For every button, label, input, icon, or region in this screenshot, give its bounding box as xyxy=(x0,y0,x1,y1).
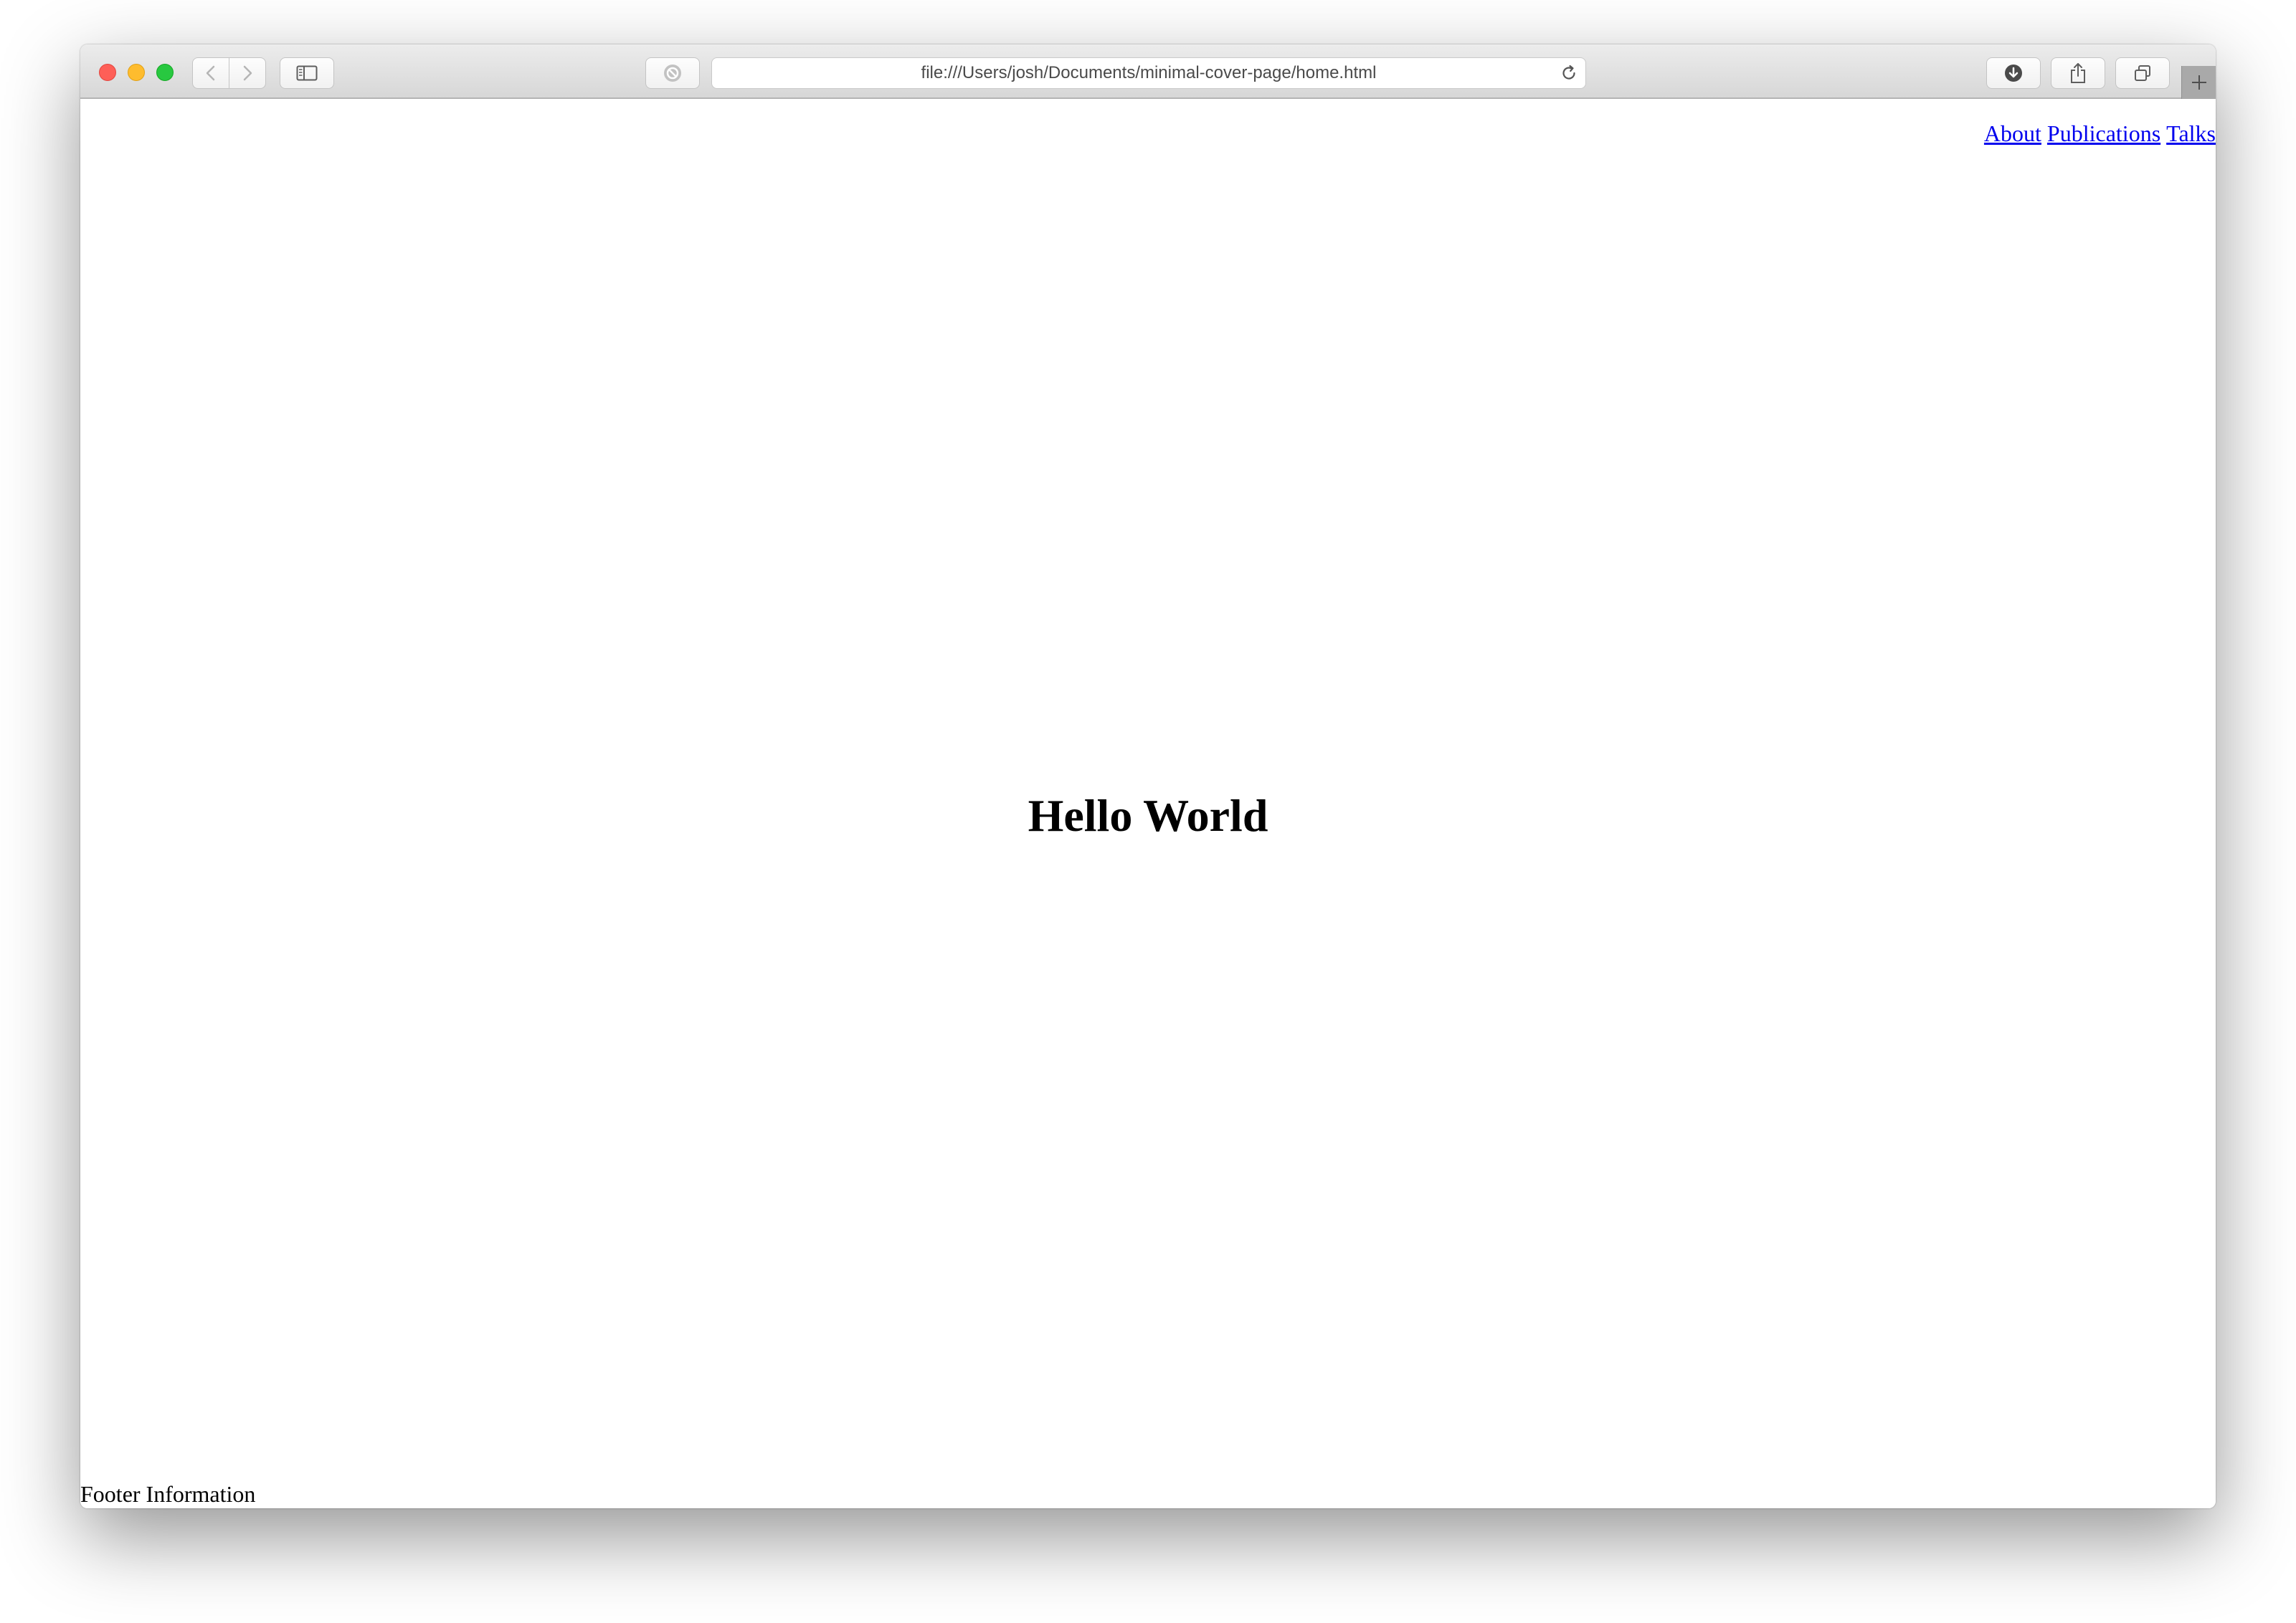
share-button[interactable] xyxy=(2051,57,2105,89)
url-text[interactable]: file:///Users/josh/Documents/minimal-cov… xyxy=(712,58,1585,88)
chevron-right-icon xyxy=(243,65,252,81)
nav-link-talks[interactable]: Talks xyxy=(2166,120,2216,146)
page-heading: Hello World xyxy=(1028,790,1268,841)
browser-window: file:///Users/josh/Documents/minimal-cov… xyxy=(80,44,2216,1508)
privacy-report-button[interactable] xyxy=(645,57,700,89)
browser-toolbar: file:///Users/josh/Documents/minimal-cov… xyxy=(80,44,2216,99)
page-content: About Publications Talks Hello World Foote… xyxy=(80,99,2216,1508)
sidebar-toggle-button[interactable] xyxy=(280,57,334,89)
back-button[interactable] xyxy=(192,57,229,89)
downloads-button[interactable] xyxy=(1986,57,2041,89)
minimize-window-button[interactable] xyxy=(128,64,145,81)
download-icon xyxy=(2005,65,2022,82)
page-footer: Footer Information xyxy=(80,1481,256,1507)
forward-button[interactable] xyxy=(229,57,266,89)
close-window-button[interactable] xyxy=(99,64,116,81)
nav-link-about[interactable]: About xyxy=(1984,120,2041,146)
address-bar[interactable]: file:///Users/josh/Documents/minimal-cov… xyxy=(711,57,1586,89)
top-nav: About Publications Talks xyxy=(1978,119,2216,148)
share-icon xyxy=(2071,63,2085,83)
screenshot-stage: file:///Users/josh/Documents/minimal-cov… xyxy=(0,0,2296,1623)
tab-overview-icon xyxy=(2135,65,2150,81)
plus-icon xyxy=(2191,75,2206,90)
new-tab-button[interactable] xyxy=(2181,66,2216,99)
sidebar-icon xyxy=(296,65,318,81)
tab-overview-button[interactable] xyxy=(2115,57,2170,89)
reload-icon[interactable] xyxy=(1560,64,1578,82)
chevron-left-icon xyxy=(206,65,215,81)
maximize-window-button[interactable] xyxy=(156,64,174,81)
nav-link-publications[interactable]: Publications xyxy=(2047,120,2160,146)
privacy-blocked-icon xyxy=(664,65,681,82)
